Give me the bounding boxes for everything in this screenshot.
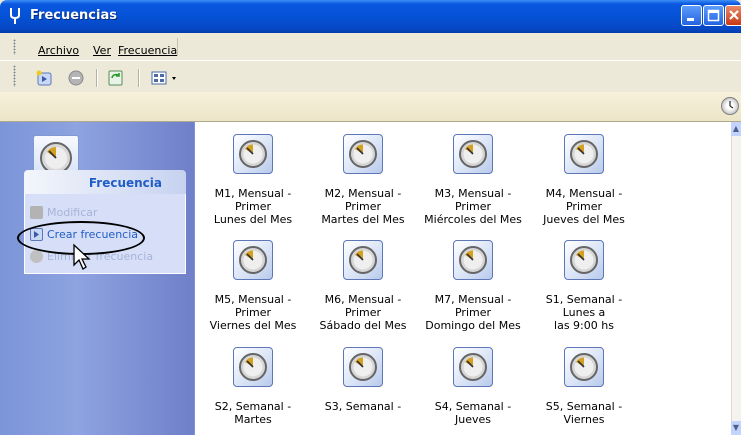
clock-icon [343,240,383,280]
frequency-item[interactable]: S3, Semanal - [309,347,417,413]
frequency-item[interactable]: S2, Semanal - Martes [199,347,307,426]
toolbar [0,61,741,91]
frequency-item-label-line2: Sábado del Mes [319,319,407,332]
frequency-item-label-line1: S3, Semanal - [324,400,402,413]
clock-icon [343,347,383,387]
frequency-item-label-line1: S5, Semanal - Viernes [545,400,623,426]
clock-icon [564,240,604,280]
frequency-item-label: S2, Semanal - Martes [199,400,307,426]
maximize-icon [707,9,720,22]
frequency-item-label: S3, Semanal - [309,400,417,413]
task-pane [0,122,194,435]
refresh-icon [108,70,123,86]
clock-icon[interactable] [721,97,739,115]
frequency-item[interactable]: M1, Mensual - Primer Lunes del Mes [199,134,307,226]
clock-icon [233,134,273,174]
clock-icon [453,134,493,174]
frequency-item[interactable]: S1, Semanal - Lunes a las 9:00 hs [530,240,638,332]
frequency-item[interactable]: M3, Mensual - Primer Miércoles del Mes [419,134,527,226]
delete-icon [30,250,43,263]
frequency-item-label: M5, Mensual - Primer Viernes del Mes [199,293,307,332]
frequency-item-label: S5, Semanal - Viernes [530,400,638,426]
frequency-item[interactable]: S5, Semanal - Viernes [530,347,638,426]
clock-icon [564,134,604,174]
frequency-item-label-line1: S1, Semanal - Lunes a [545,293,623,319]
frequency-item-label-line2: Lunes del Mes [213,213,293,226]
task-group-title: Frecuencia [88,176,162,190]
frequency-item[interactable]: M2, Mensual - Primer Martes del Mes [309,134,417,226]
new-item-button[interactable] [36,70,54,86]
frequency-item-label-line1: S4, Semanal - Jueves [434,400,512,426]
menu-bar: Archivo Ver Frecuencia [0,34,741,61]
toolbar-separator [138,69,140,87]
frequency-item-label-line2: las 9:00 hs [554,319,614,332]
clock-icon [343,134,383,174]
task-label: Modificar [47,206,98,219]
clock-icon [233,347,273,387]
delete-icon [68,70,84,86]
delete-button[interactable] [67,70,85,86]
menubar-grip[interactable] [13,39,16,55]
menu-frecuencia[interactable]: Frecuencia [118,44,177,57]
frequency-item-label: M7, Mensual - Primer Domingo del Mes [419,293,527,332]
frequency-item-label-line2: Jueves del Mes [543,213,625,226]
frequency-item-label: M2, Mensual - Primer Martes del Mes [309,187,417,226]
frequency-item-label: S4, Semanal - Jueves [419,400,527,426]
view-mode-button[interactable] [151,70,179,86]
close-icon [729,10,739,20]
scroll-down-icon[interactable]: ▼ [731,421,741,435]
mouse-pointer-icon [72,243,92,274]
frequency-item-label-line2: Miércoles del Mes [424,213,522,226]
task-group-header[interactable]: Frecuencia [24,170,186,194]
frequency-item-label-line1: M4, Mensual - Primer [545,187,623,213]
clock-icon [453,240,493,280]
toolbar-grip[interactable] [13,65,16,87]
frequency-item-label-line1: M3, Mensual - Primer [434,187,512,213]
frequency-item[interactable]: M4, Mensual - Primer Jueves del Mes [530,134,638,226]
frequency-item-label-line2: Viernes del Mes [209,319,297,332]
frequency-item-label: M4, Mensual - Primer Jueves del Mes [530,187,638,226]
menu-ver[interactable]: Ver [93,44,111,57]
info-strip [0,92,741,122]
close-button[interactable] [725,5,741,26]
frequency-item-label: M1, Mensual - Primer Lunes del Mes [199,187,307,226]
frequency-item-label: S1, Semanal - Lunes a las 9:00 hs [530,293,638,332]
frequency-item-label-line2: Domingo del Mes [425,319,521,332]
frequency-item-label: M6, Mensual - Primer Sábado del Mes [309,293,417,332]
minimize-button[interactable] [681,5,702,26]
new-item-icon [36,70,52,86]
tuning-fork-icon [8,7,24,25]
frequency-item[interactable]: M7, Mensual - Primer Domingo del Mes [419,240,527,332]
title-bar[interactable]: Frecuencias [0,0,741,33]
frequency-item-label-line1: M5, Mensual - Primer [214,293,292,319]
frequency-item[interactable]: S4, Semanal - Jueves [419,347,527,426]
window-title: Frecuencias [30,8,117,23]
frequency-item-label: M3, Mensual - Primer Miércoles del Mes [419,187,527,226]
view-mode-icon [151,71,176,85]
frequency-item-label-line1: M2, Mensual - Primer [324,187,402,213]
frequency-item-label-line2: Martes del Mes [321,213,405,226]
scroll-up-icon[interactable]: ▲ [731,122,741,136]
frequency-item-label-line1: M7, Mensual - Primer [434,293,512,319]
menubar-separator [177,38,178,56]
minimize-icon [687,18,694,21]
toolbar-separator [96,69,98,87]
clock-icon [453,347,493,387]
frequency-item[interactable]: M6, Mensual - Primer Sábado del Mes [309,240,417,332]
vertical-scrollbar[interactable] [731,122,741,435]
refresh-button[interactable] [107,70,125,86]
frequency-item-label-line1: M6, Mensual - Primer [324,293,402,319]
clock-icon [233,240,273,280]
menu-archivo[interactable]: Archivo [38,44,79,57]
edit-icon [30,206,43,219]
frequency-item-label-line1: S2, Semanal - Martes [214,400,292,426]
frequency-item[interactable]: M5, Mensual - Primer Viernes del Mes [199,240,307,332]
clock-icon [564,347,604,387]
frequency-item-label-line1: M1, Mensual - Primer [214,187,292,213]
maximize-button[interactable] [703,5,724,26]
